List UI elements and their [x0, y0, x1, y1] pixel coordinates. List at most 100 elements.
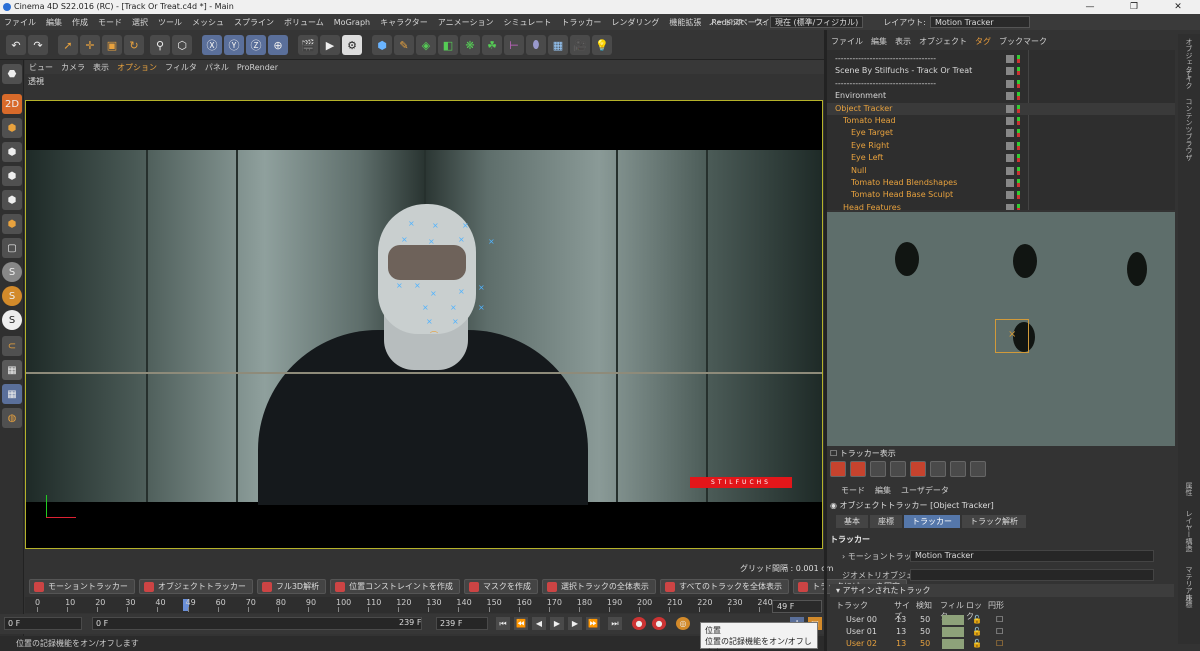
object-visibility-icon[interactable] — [1006, 166, 1014, 175]
object-row[interactable]: Null — [827, 165, 1175, 177]
track-filter-swatch[interactable] — [942, 639, 964, 649]
z-axis-icon[interactable]: Ⓩ — [246, 35, 266, 55]
track-tool-7-icon[interactable] — [950, 461, 966, 477]
select-cursor-icon[interactable]: ➚ — [58, 35, 78, 55]
track-row[interactable]: User 01 13 50 🔓 ☐ — [836, 626, 1176, 638]
object-visibility-icon[interactable] — [1006, 141, 1014, 150]
attribute-menu-item[interactable]: モード — [841, 485, 865, 496]
object-row[interactable]: Eye Right — [827, 140, 1175, 152]
environment-icon[interactable]: ⬮ — [526, 35, 546, 55]
object-visibility-icon[interactable] — [1006, 154, 1014, 163]
viewport-menu-item[interactable]: カメラ — [61, 62, 85, 73]
track-row[interactable]: User 00 13 50 🔓 ☐ — [836, 614, 1176, 626]
close-button[interactable]: ✕ — [1156, 0, 1200, 14]
tracker-button[interactable]: すべてのトラックを全体表示 — [659, 578, 790, 594]
menu-item[interactable]: キャラクター — [380, 17, 428, 28]
side-tab[interactable]: テイク — [1184, 68, 1194, 89]
track-search-box[interactable] — [995, 319, 1029, 353]
cube-icon[interactable]: ⬢ — [372, 35, 392, 55]
next-key-icon[interactable]: ⏩ — [586, 617, 600, 630]
viewport-menu-item[interactable]: オプション — [117, 62, 157, 73]
object-layer-dot-icon[interactable] — [1017, 79, 1020, 88]
track-lock-icon[interactable]: 🔓 — [972, 638, 982, 650]
object-menu-item[interactable]: ブックマーク — [999, 36, 1047, 47]
object-row[interactable]: Object Tracker — [827, 102, 1175, 115]
object-visibility-icon[interactable] — [1006, 117, 1014, 125]
object-row[interactable]: Eye Left — [827, 152, 1175, 164]
keyframe-selection-icon[interactable]: ◎ — [676, 617, 690, 630]
menu-item[interactable]: ボリューム — [284, 17, 324, 28]
object-layer-dot-icon[interactable] — [1017, 141, 1020, 150]
object-menu-item[interactable]: オブジェクト — [919, 36, 967, 47]
menu-item[interactable]: 選択 — [132, 17, 148, 28]
coordinate-system-icon[interactable]: ⊕ — [268, 35, 288, 55]
track-tool-3-icon[interactable] — [870, 461, 886, 477]
track-filter-swatch[interactable] — [942, 615, 964, 625]
track-tool-2-icon[interactable] — [850, 461, 866, 477]
tracker-button[interactable]: フル3D解析 — [256, 578, 327, 594]
tracker-button[interactable]: 位置コンストレイントを作成 — [330, 578, 460, 594]
cloner-icon[interactable]: ❋ — [460, 35, 480, 55]
2d-mode-icon[interactable]: 2D — [2, 94, 22, 114]
menu-item[interactable]: MoGraph — [334, 18, 370, 27]
menu-item[interactable]: 編集 — [46, 17, 62, 28]
object-row[interactable]: Head Features — [827, 202, 1175, 210]
track-lock-icon[interactable]: 🔓 — [972, 626, 982, 638]
viewport-menu-item[interactable]: パネル — [205, 62, 229, 73]
object-layer-dot-icon[interactable] — [1017, 191, 1020, 200]
attribute-menu-item[interactable]: ユーザデータ — [901, 485, 949, 496]
object-menu-item[interactable]: タグ — [975, 36, 991, 47]
tracker-view-checkbox[interactable]: ☐ トラッカー表示 — [830, 448, 896, 459]
effector-icon[interactable]: ☘ — [482, 35, 502, 55]
maximize-button[interactable]: ❐ — [1112, 0, 1156, 14]
render-settings-icon[interactable]: ⚙ — [342, 35, 362, 55]
magnet-icon[interactable]: ⊂ — [2, 336, 22, 356]
camera-icon[interactable]: 🎥 — [570, 35, 590, 55]
pen-icon[interactable]: ✎ — [394, 35, 414, 55]
object-layer-dot-icon[interactable] — [1017, 117, 1020, 125]
motion-tracker-field[interactable]: Motion Tracker — [910, 550, 1154, 562]
track-column-header[interactable]: 円形 — [988, 600, 1010, 612]
object-visibility-icon[interactable] — [1006, 104, 1014, 113]
end-frame-field[interactable]: 239 F — [436, 617, 488, 630]
tracker-button[interactable]: マスクを作成 — [463, 578, 538, 594]
menu-item[interactable]: シミュレート — [503, 17, 551, 28]
edge-mode-icon[interactable]: ⬢ — [2, 190, 22, 210]
attribute-tab[interactable]: トラック解析 — [962, 515, 1026, 528]
tracker-button[interactable]: オブジェクトトラッカー — [138, 578, 253, 594]
viewport[interactable]: × × × × × × × × × × × × × × × × × ⌒ STILFUCHS — [25, 100, 823, 549]
model-mode-icon[interactable]: ⬢ — [2, 118, 22, 138]
menu-item[interactable]: ファイル — [4, 17, 36, 28]
object-row[interactable]: Scene By Stilfuchs - Track Or Treat — [827, 65, 1175, 77]
recent-tools-icon[interactable]: ⚲ — [150, 35, 170, 55]
viewport-menu-item[interactable]: ProRender — [237, 63, 278, 72]
attribute-tab[interactable]: トラッカー — [904, 515, 960, 528]
object-layer-dot-icon[interactable] — [1017, 55, 1020, 63]
attribute-tab[interactable]: 基本 — [836, 515, 868, 528]
track-filter-swatch[interactable] — [942, 627, 964, 637]
texture-mode-icon[interactable]: ⬢ — [2, 142, 22, 162]
track-tool-6-icon[interactable] — [930, 461, 946, 477]
track-circle-checkbox[interactable]: ☐ — [996, 626, 1003, 638]
bend-deformer-icon[interactable]: ◧ — [438, 35, 458, 55]
tracker-button[interactable]: 選択トラックの全体表示 — [541, 578, 656, 594]
y-axis-icon[interactable]: Ⓨ — [224, 35, 244, 55]
x-axis-icon[interactable]: Ⓧ — [202, 35, 222, 55]
object-menu-item[interactable]: 表示 — [895, 36, 911, 47]
quantize-icon[interactable]: S — [2, 310, 22, 330]
track-column-header[interactable]: サイズ — [894, 600, 916, 621]
object-layer-dot-icon[interactable] — [1017, 67, 1020, 76]
prev-key-icon[interactable]: ⏪ — [514, 617, 528, 630]
object-visibility-icon[interactable] — [1006, 92, 1014, 101]
uv-mode-icon[interactable]: ▢ — [2, 238, 22, 258]
redo-icon[interactable]: ↷ — [28, 35, 48, 55]
menu-item[interactable]: アニメーション — [438, 17, 494, 28]
side-tab[interactable]: 構造 — [1184, 538, 1194, 552]
object-layer-dot-icon[interactable] — [1017, 179, 1020, 187]
scale-icon[interactable]: ▣ — [102, 35, 122, 55]
undo-icon[interactable]: ↶ — [6, 35, 26, 55]
viewport-menu-item[interactable]: 表示 — [93, 62, 109, 73]
menu-item[interactable]: 作成 — [72, 17, 88, 28]
attribute-menu-item[interactable]: 編集 — [875, 485, 891, 496]
timeline-ruler[interactable]: 0 10 20 30 40 49 60 70 80 90 100 110 120 130 140 150 160… — [25, 597, 773, 613]
